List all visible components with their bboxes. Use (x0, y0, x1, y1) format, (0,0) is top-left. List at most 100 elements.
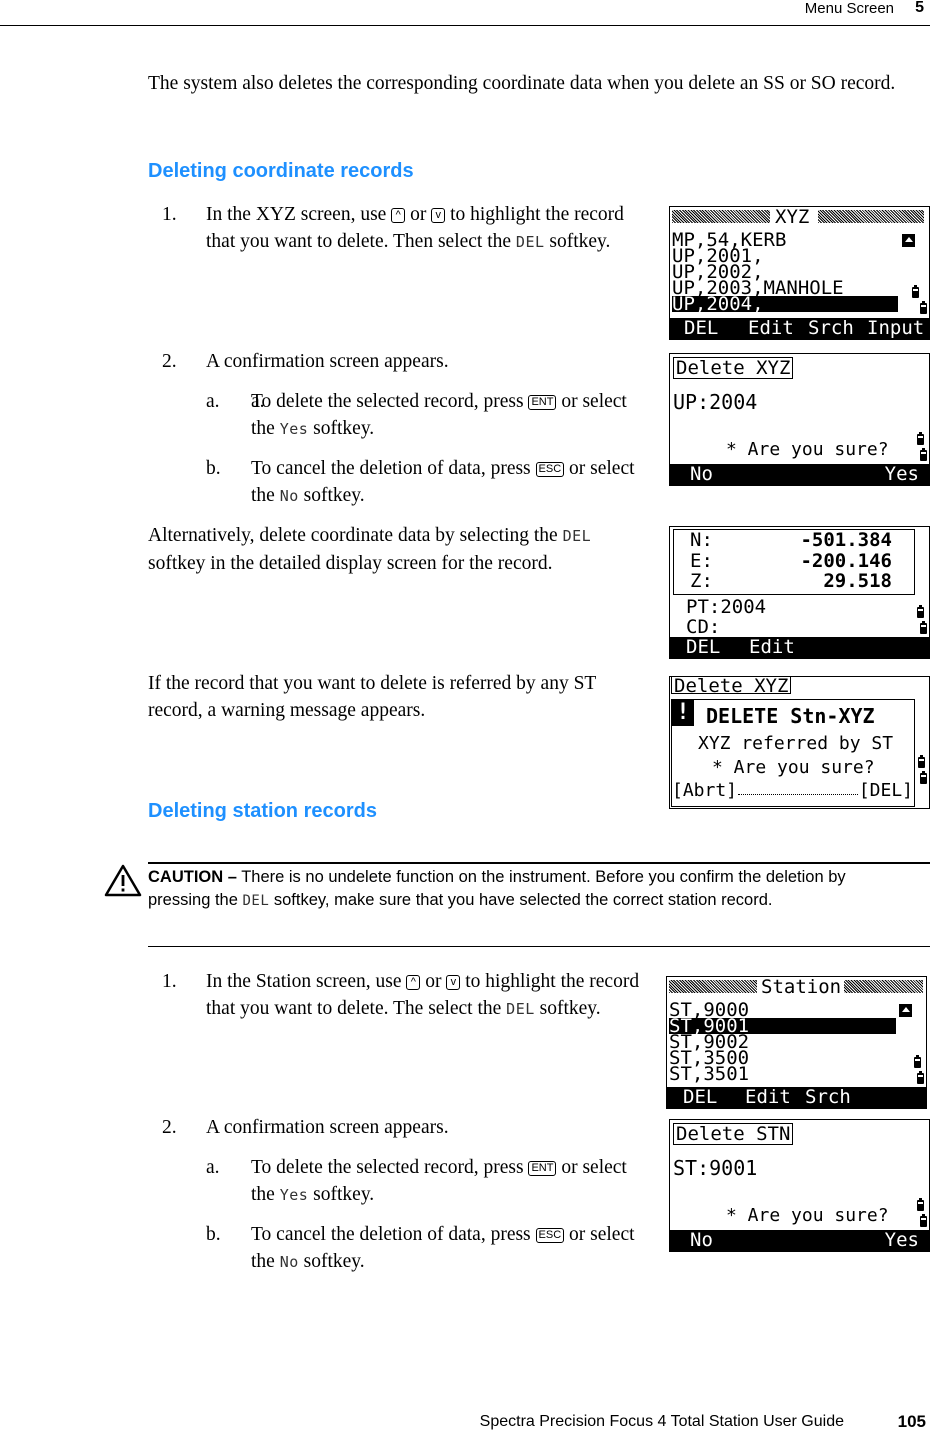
screen-station-list: Station ST,9000 ST,9001 ST,9002 ST,3500 … (666, 976, 927, 1109)
station-substep-b-text: To cancel the deletion of data, press ES… (251, 1221, 651, 1276)
step-number: 1. (162, 971, 177, 992)
station-step-2-text: A confirmation screen appears. (206, 1117, 449, 1138)
record-id: ST:9001 (673, 1156, 758, 1180)
intro-paragraph: The system also deletes the correspondin… (148, 73, 896, 94)
softkey-del[interactable]: DEL (684, 318, 718, 339)
caution-bottom-rule (148, 946, 930, 947)
text: To cancel the deletion of data, press (251, 458, 536, 479)
step-2-text: A confirmation screen appears. (206, 351, 449, 372)
screen-title: XYZ (772, 207, 813, 227)
alternative-paragraph: Alternatively, delete coordinate data by… (148, 522, 638, 577)
text: softkey. (308, 418, 375, 439)
softkey-name: DEL (242, 893, 270, 909)
confirm-prompt: * Are you sure? (726, 439, 889, 460)
battery-icon (917, 605, 924, 618)
scroll-up-icon[interactable] (899, 1004, 912, 1017)
title-hatch (835, 980, 923, 993)
station-substep-a-text: To delete the selected record, press ENT… (251, 1154, 651, 1209)
text: To delete the selected record, press (251, 391, 529, 412)
screen-warning: Delete XYZ ! DELETE Stn-XYZ XYZ referred… (669, 676, 930, 809)
battery-icon (920, 448, 927, 461)
softkey-del[interactable]: DEL (683, 1087, 717, 1108)
escape-key-icon: ESC (535, 1228, 565, 1243)
record-id: UP:2004 (673, 390, 758, 414)
battery-icon (914, 1055, 921, 1068)
list-item[interactable]: ST,3501 (669, 1065, 749, 1084)
softkey-name: No (279, 487, 299, 505)
confirm-prompt: * Are you sure? (712, 757, 875, 778)
step-number: 2. (162, 351, 177, 372)
code-field: CD: (686, 616, 721, 638)
station-step-1-text: In the Station screen, use ^ or v to hig… (206, 968, 646, 1023)
section-heading-station: Deleting station records (148, 800, 377, 822)
softkey-name: Yes (279, 420, 309, 438)
n-value: -501.384 (800, 529, 892, 551)
title-hatch (818, 210, 924, 223)
page-header: Menu Screen 5 (0, 0, 930, 26)
battery-icon (917, 1198, 924, 1211)
text: Alternatively, delete coordinate data by… (148, 525, 563, 546)
warning-icon: ! (672, 700, 694, 726)
battery-icon (920, 1214, 927, 1227)
text: softkey. (298, 485, 365, 506)
scroll-up-icon[interactable] (902, 234, 915, 247)
softkey-name: DEL (562, 527, 592, 545)
chapter-number: 5 (915, 0, 924, 16)
softkey-bar: No Yes (670, 1230, 929, 1251)
softkey-no[interactable]: No (690, 1230, 713, 1251)
substep-label: a. (206, 391, 220, 412)
softkey-name: Yes (279, 1186, 309, 1204)
warning-message: XYZ referred by ST (698, 733, 894, 754)
battery-icon (917, 1071, 924, 1084)
abort-button[interactable]: [Abrt] (672, 782, 737, 800)
section-heading-coordinate: Deleting coordinate records (148, 160, 414, 182)
softkey-search[interactable]: Srch (808, 318, 854, 339)
caution-label: CAUTION – (148, 868, 237, 886)
text: To delete the selected record, press (251, 1157, 529, 1178)
guide-title: Spectra Precision Focus 4 Total Station … (479, 1413, 844, 1430)
softkey-search[interactable]: Srch (805, 1087, 851, 1108)
screen-title: Station (758, 977, 845, 997)
battery-icon (912, 285, 919, 298)
softkey-edit[interactable]: Edit (745, 1087, 791, 1108)
e-label: E: (690, 550, 713, 572)
softkey-yes[interactable]: Yes (885, 464, 919, 485)
warning-paragraph: If the record that you want to delete is… (148, 673, 596, 721)
substep-a-text: To delete the selected record, press ENT… (251, 388, 651, 443)
softkey-del[interactable]: DEL (686, 637, 720, 658)
battery-icon (918, 755, 925, 768)
softkey-name: DEL (506, 1000, 535, 1018)
softkey-name: No (279, 1253, 299, 1271)
text: To cancel the deletion of data, press (251, 1224, 536, 1245)
battery-icon (920, 301, 927, 314)
text: softkey. (544, 231, 611, 252)
softkey-bar: DEL Edit Srch Input (670, 318, 929, 339)
text: or (420, 971, 447, 992)
escape-key-icon: ESC (535, 462, 565, 477)
point-id: PT:2004 (686, 596, 767, 618)
softkey-yes[interactable]: Yes (885, 1230, 919, 1251)
softkey-input[interactable]: Input (867, 318, 924, 339)
substep-label: a. (206, 1157, 220, 1178)
e-value: -200.146 (800, 550, 892, 572)
text: softkey. (534, 998, 601, 1019)
softkey-edit[interactable]: Edit (748, 318, 794, 339)
step-1-text: In the XYZ screen, use ^ or v to highlig… (206, 201, 646, 256)
text: In the XYZ screen, use (206, 204, 392, 225)
softkey-edit[interactable]: Edit (749, 637, 795, 658)
softkey-no[interactable]: No (690, 464, 713, 485)
delete-button[interactable]: [DEL] (859, 782, 913, 800)
text: softkey in the detailed display screen f… (148, 553, 553, 574)
battery-icon (920, 771, 927, 784)
step-number: 1. (162, 204, 177, 225)
caution-top-rule (148, 862, 930, 864)
dotted-leader (738, 794, 858, 795)
softkey-bar: DEL Edit Srch (667, 1087, 926, 1108)
enter-key-icon: ENT (528, 395, 557, 410)
background-title: Delete XYZ (671, 677, 792, 694)
z-label: Z: (690, 570, 713, 592)
list-item-selected[interactable]: UP,2004, (672, 295, 898, 314)
warning-dialog: ! DELETE Stn-XYZ XYZ referred by ST * Ar… (671, 699, 915, 807)
softkey-bar: DEL Edit (670, 637, 929, 658)
page-footer: Spectra Precision Focus 4 Total Station … (0, 1410, 930, 1434)
